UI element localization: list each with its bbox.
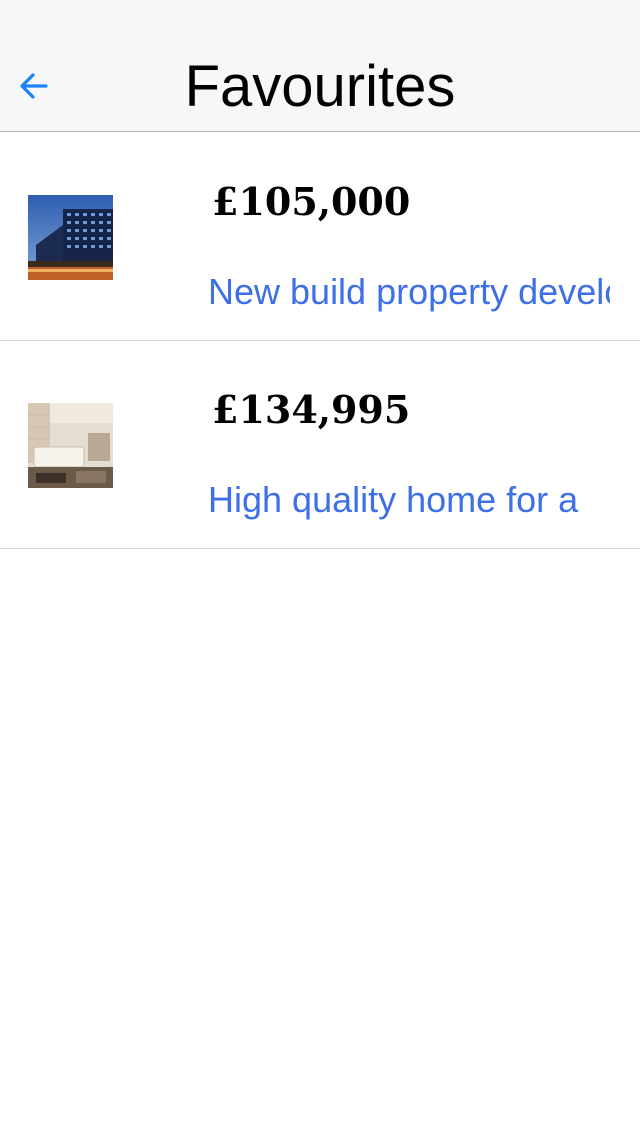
property-price: £105,000 (212, 179, 411, 224)
property-thumbnail (28, 195, 113, 280)
property-price: £134,995 (212, 387, 411, 432)
list-item[interactable]: £105,000 New build property development (0, 133, 640, 341)
property-description-link[interactable]: High quality home for a (208, 477, 610, 523)
property-description-link[interactable]: New build property development (208, 269, 610, 315)
navigation-bar: Favourites (0, 0, 640, 132)
back-button[interactable] (10, 62, 58, 110)
back-arrow-icon (20, 73, 48, 99)
page-title: Favourites (184, 54, 456, 119)
favourites-list: £105,000 New build property development … (0, 133, 640, 549)
property-thumbnail (28, 403, 113, 488)
list-item[interactable]: £134,995 High quality home for a (0, 341, 640, 549)
